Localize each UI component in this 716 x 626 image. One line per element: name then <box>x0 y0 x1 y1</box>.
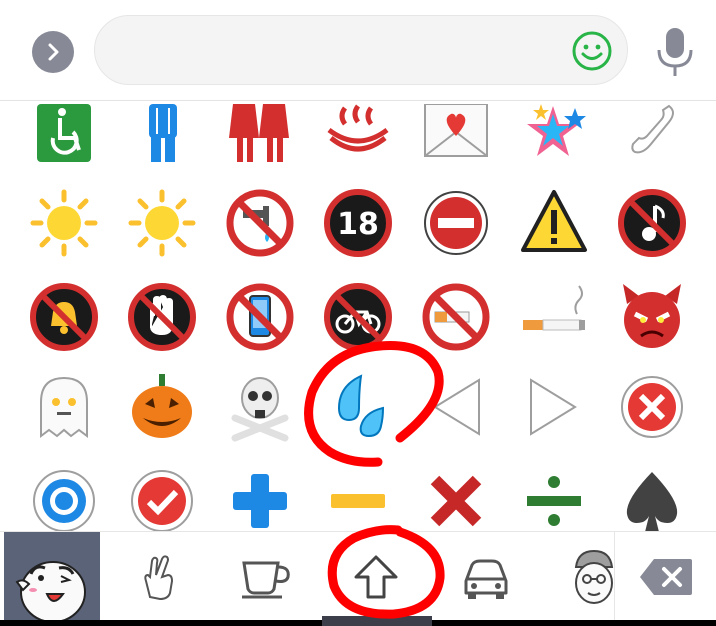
hand-gesture-icon <box>144 554 174 600</box>
message-input-bar <box>0 0 716 101</box>
play-triangle-emoji[interactable] <box>514 367 594 447</box>
sun-emoji[interactable] <box>122 183 202 263</box>
ghost-emoji[interactable] <box>24 367 104 447</box>
message-input[interactable] <box>123 34 567 68</box>
telephone-receiver-emoji[interactable] <box>612 101 692 179</box>
chevron-right-icon <box>48 43 59 61</box>
no-mobile-phones-emoji[interactable] <box>220 277 300 357</box>
emoji-grid: 18 <box>0 101 716 531</box>
no-bicycles-emoji[interactable] <box>318 277 398 357</box>
devil-face-emoji[interactable] <box>612 277 692 357</box>
selection-indicator <box>322 616 432 626</box>
mens-room-emoji[interactable] <box>122 101 202 179</box>
no-smoking-emoji[interactable] <box>416 277 496 357</box>
minus-emoji[interactable] <box>318 461 398 531</box>
backspace-icon <box>640 558 692 595</box>
emoji-button[interactable] <box>571 30 613 72</box>
cigarette-emoji[interactable] <box>514 277 594 357</box>
no-touching-emoji[interactable] <box>122 277 202 357</box>
black-spade-emoji[interactable] <box>612 461 692 531</box>
emoji-category-bar <box>0 531 716 621</box>
wheelchair-emoji[interactable] <box>24 101 104 179</box>
no-music-emoji[interactable] <box>612 183 692 263</box>
warning-emoji[interactable] <box>514 183 594 263</box>
expand-button[interactable] <box>32 31 74 73</box>
category-up-arrow[interactable] <box>328 532 424 621</box>
sun-emoji[interactable] <box>24 183 104 263</box>
division-emoji[interactable] <box>514 461 594 531</box>
delete-button[interactable] <box>614 532 716 621</box>
jack-o-lantern-emoji[interactable] <box>122 367 202 447</box>
microphone-button[interactable] <box>654 26 696 78</box>
skull-and-crossbones-emoji[interactable] <box>220 367 300 447</box>
womens-room-emoji[interactable] <box>220 101 300 179</box>
cross-mark-circle-emoji[interactable] <box>612 367 692 447</box>
coffee-cup-icon <box>242 561 290 598</box>
car-icon <box>464 559 508 599</box>
sticker-character-icon <box>15 560 86 620</box>
person-face-icon <box>574 549 614 604</box>
plus-emoji[interactable] <box>220 461 300 531</box>
category-coffee-cup[interactable] <box>218 532 314 621</box>
check-mark-circle-emoji[interactable] <box>122 461 202 531</box>
no-entry-emoji[interactable] <box>416 183 496 263</box>
microphone-icon <box>657 28 693 76</box>
reverse-triangle-emoji[interactable] <box>416 367 496 447</box>
love-letter-emoji[interactable] <box>416 101 496 179</box>
hot-springs-emoji[interactable] <box>318 101 398 179</box>
sweat-droplets-emoji[interactable] <box>318 367 398 447</box>
category-sticker-character[interactable] <box>4 532 100 621</box>
up-arrow-icon <box>354 555 398 598</box>
radio-button-emoji[interactable] <box>24 461 104 531</box>
svg-text:18: 18 <box>337 207 379 242</box>
no-under-eighteen-emoji[interactable]: 18 <box>318 183 398 263</box>
cross-mark-emoji[interactable] <box>416 461 496 531</box>
message-field[interactable] <box>94 15 628 85</box>
no-drinking-water-emoji[interactable] <box>220 183 300 263</box>
category-car[interactable] <box>438 532 534 621</box>
no-bell-emoji[interactable] <box>24 277 104 357</box>
smiley-icon <box>572 31 612 71</box>
shooting-star-emoji[interactable] <box>514 101 594 179</box>
category-hand-gesture[interactable] <box>110 532 206 621</box>
